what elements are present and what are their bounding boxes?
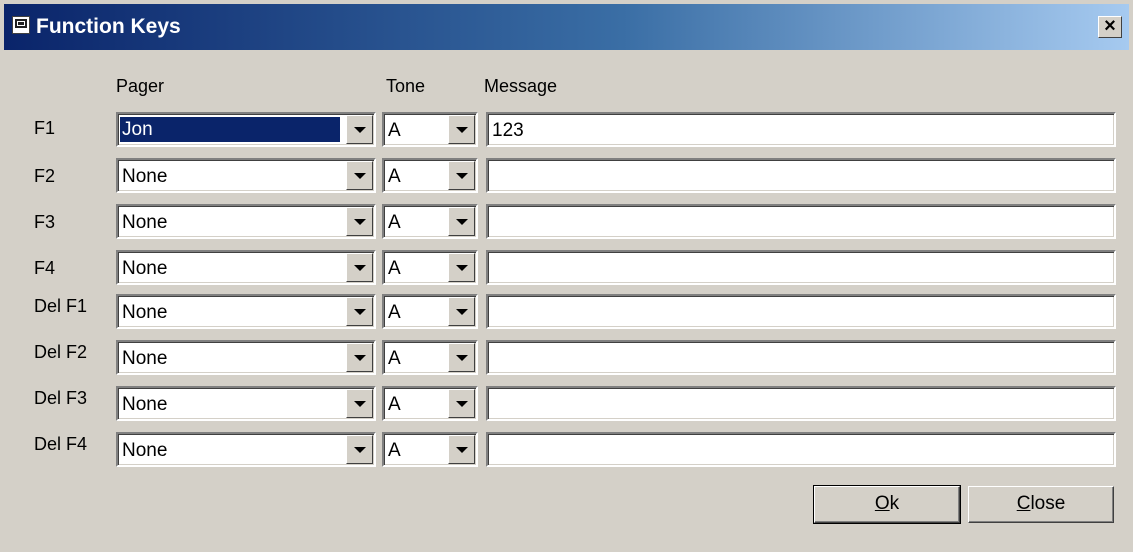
pager-value: None (122, 394, 168, 415)
chevron-down-icon[interactable] (448, 343, 475, 372)
pager-select[interactable]: Jon (116, 112, 376, 147)
tone-value: A (388, 302, 401, 323)
column-header-pager: Pager (116, 76, 165, 96)
chevron-down-icon[interactable] (346, 115, 373, 144)
title-bar: Function Keys × (4, 4, 1129, 50)
message-input[interactable] (486, 432, 1116, 467)
tone-select[interactable]: A (382, 250, 478, 285)
message-value: 123 (492, 120, 524, 141)
chevron-down-icon[interactable] (346, 343, 373, 372)
tone-select[interactable]: A (382, 294, 478, 329)
chevron-down-icon[interactable] (448, 161, 475, 190)
tone-select[interactable]: A (382, 158, 478, 193)
message-input[interactable]: 123 (486, 112, 1116, 147)
tone-select[interactable]: A (382, 432, 478, 467)
pager-select[interactable]: None (116, 294, 376, 329)
chevron-down-icon[interactable] (448, 115, 475, 144)
pager-value: None (122, 166, 168, 187)
tone-value: A (388, 212, 401, 233)
ok-mnemonic: O (874, 493, 890, 514)
chevron-down-icon[interactable] (346, 297, 373, 326)
chevron-down-icon[interactable] (448, 297, 475, 326)
pager-value: None (122, 258, 168, 279)
close-label-rest: lose (1030, 493, 1066, 514)
tone-value: A (388, 166, 401, 187)
tone-select[interactable]: A (382, 112, 478, 147)
row-label: F1 (34, 118, 56, 138)
pager-select[interactable]: None (116, 158, 376, 193)
row-label: Del F2 (34, 342, 88, 362)
chevron-down-icon[interactable] (448, 389, 475, 418)
tone-value: A (388, 440, 401, 461)
pager-value: Jon (120, 117, 340, 142)
window-app-icon[interactable] (12, 16, 30, 34)
pager-value: None (122, 302, 168, 323)
chevron-down-icon[interactable] (448, 435, 475, 464)
message-input[interactable] (486, 386, 1116, 421)
pager-select[interactable]: None (116, 204, 376, 239)
window-title: Function Keys (36, 15, 181, 38)
pager-select[interactable]: None (116, 250, 376, 285)
chevron-down-icon[interactable] (346, 161, 373, 190)
tone-select[interactable]: A (382, 204, 478, 239)
message-input[interactable] (486, 340, 1116, 375)
close-mnemonic: C (1016, 493, 1031, 514)
tone-value: A (388, 258, 401, 279)
chevron-down-icon[interactable] (448, 253, 475, 282)
ok-label-rest: k (889, 493, 900, 514)
tone-select[interactable]: A (382, 340, 478, 375)
tone-select[interactable]: A (382, 386, 478, 421)
message-input[interactable] (486, 204, 1116, 239)
row-label: F4 (34, 258, 56, 278)
row-label: Del F1 (34, 296, 88, 316)
message-input[interactable] (486, 250, 1116, 285)
chevron-down-icon[interactable] (346, 207, 373, 236)
row-label: Del F4 (34, 434, 88, 454)
chevron-down-icon[interactable] (346, 253, 373, 282)
row-label: F2 (34, 166, 56, 186)
chevron-down-icon[interactable] (346, 435, 373, 464)
tone-value: A (388, 348, 401, 369)
close-window-button[interactable]: × (1098, 16, 1122, 38)
pager-select[interactable]: None (116, 340, 376, 375)
message-input[interactable] (486, 158, 1116, 193)
chevron-down-icon[interactable] (448, 207, 475, 236)
pager-value: None (122, 348, 168, 369)
close-button[interactable]: Close (968, 486, 1114, 523)
row-label: Del F3 (34, 388, 88, 408)
column-header-message: Message (484, 76, 558, 96)
tone-value: A (388, 120, 401, 141)
pager-value: None (122, 212, 168, 233)
row-label: F3 (34, 212, 56, 232)
pager-select[interactable]: None (116, 386, 376, 421)
column-header-tone: Tone (386, 76, 426, 96)
pager-value: None (122, 440, 168, 461)
chevron-down-icon[interactable] (346, 389, 373, 418)
pager-select[interactable]: None (116, 432, 376, 467)
tone-value: A (388, 394, 401, 415)
message-input[interactable] (486, 294, 1116, 329)
ok-button[interactable]: Ok (813, 485, 961, 524)
